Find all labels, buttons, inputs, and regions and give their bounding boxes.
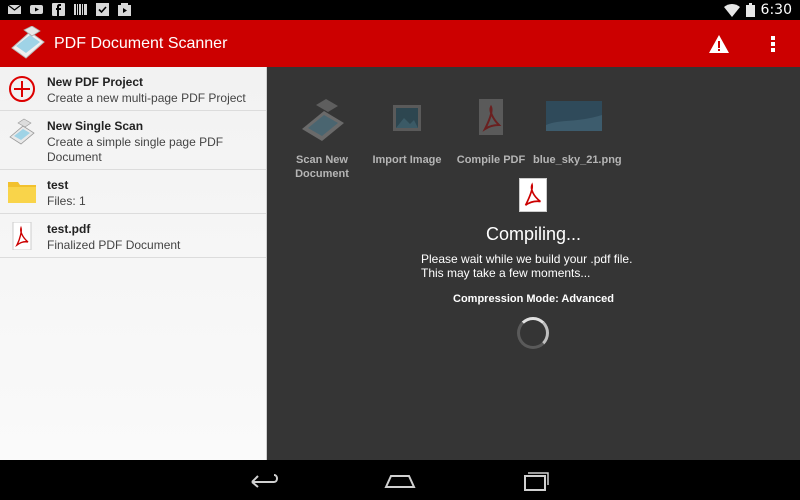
pdf-file-icon bbox=[479, 99, 503, 135]
drawer-item-title: test.pdf bbox=[47, 222, 91, 236]
screen: 6:30 PDF Document Scanner Scan New Docum… bbox=[0, 0, 800, 500]
checkbox-icon bbox=[96, 3, 109, 16]
barcode-icon bbox=[74, 4, 87, 15]
compile-pdf-tile[interactable]: Compile PDF bbox=[450, 95, 532, 167]
drawer-item-title: New Single Scan bbox=[47, 119, 144, 133]
scan-new-document-tile[interactable]: Scan New Document bbox=[281, 95, 363, 181]
mail-icon bbox=[8, 4, 21, 14]
compiling-message-line2: This may take a few moments... bbox=[421, 266, 591, 280]
navigation-bar bbox=[0, 460, 800, 500]
back-icon[interactable] bbox=[248, 470, 282, 492]
pdf-file-icon bbox=[12, 222, 32, 250]
drawer-item-subtitle: Finalized PDF Document bbox=[47, 238, 181, 252]
warning-icon[interactable] bbox=[708, 34, 730, 54]
image-icon bbox=[393, 105, 421, 131]
overflow-menu-icon[interactable] bbox=[766, 33, 780, 55]
wifi-icon bbox=[723, 3, 740, 17]
tile-label: Compile PDF bbox=[456, 154, 526, 166]
action-bar: PDF Document Scanner bbox=[0, 20, 800, 67]
facebook-icon bbox=[52, 3, 65, 16]
scanner-logo-icon[interactable] bbox=[10, 26, 46, 60]
drawer-item-title: test bbox=[47, 178, 69, 192]
pdf-file-icon bbox=[519, 178, 547, 212]
drawer-item-title: New PDF Project bbox=[47, 75, 144, 89]
add-circle-icon bbox=[9, 76, 35, 102]
import-image-tile[interactable]: Import Image bbox=[366, 95, 448, 167]
drawer-item-test-folder[interactable]: test Files: 1 bbox=[0, 170, 266, 214]
drawer-item-new-single-scan[interactable]: New Single Scan Create a simple single p… bbox=[0, 111, 266, 170]
scanner-icon bbox=[9, 118, 35, 145]
recents-icon[interactable] bbox=[518, 470, 552, 492]
home-icon[interactable] bbox=[383, 470, 417, 492]
drawer-item-subtitle: Files: 1 bbox=[47, 194, 86, 208]
scanner-icon bbox=[302, 99, 344, 141]
blue-sky-image-tile[interactable]: blue_sky_21.png bbox=[533, 95, 622, 167]
tile-label: Import Image bbox=[372, 154, 442, 166]
image-thumbnail-icon bbox=[546, 101, 602, 131]
status-bar: 6:30 bbox=[0, 0, 800, 20]
tile-label: blue_sky_21.png bbox=[533, 154, 622, 166]
compiling-title: Compiling... bbox=[485, 224, 582, 244]
drawer-item-new-pdf-project[interactable]: New PDF Project Create a new multi-page … bbox=[0, 67, 266, 111]
system-status: 6:30 bbox=[723, 2, 792, 18]
app-title: PDF Document Scanner bbox=[54, 35, 228, 52]
compiling-message-line1: Please wait while we build your .pdf fil… bbox=[421, 252, 633, 266]
tile-label: Scan New Document bbox=[295, 154, 349, 180]
battery-icon bbox=[745, 3, 755, 17]
folder-icon bbox=[8, 182, 36, 203]
drawer-item-test-pdf[interactable]: test.pdf Finalized PDF Document bbox=[0, 214, 266, 258]
drawer-item-subtitle: Create a simple single page PDF Document bbox=[47, 135, 224, 164]
clock: 6:30 bbox=[760, 2, 792, 18]
notification-icons bbox=[8, 3, 131, 16]
compression-mode-label: Compression Mode: Advanced bbox=[453, 293, 614, 305]
loading-spinner bbox=[517, 317, 549, 349]
navigation-drawer: New PDF Project Create a new multi-page … bbox=[0, 67, 267, 460]
youtube-icon bbox=[30, 5, 43, 14]
media-icon bbox=[118, 3, 131, 16]
drawer-item-subtitle: Create a new multi-page PDF Project bbox=[47, 91, 246, 105]
